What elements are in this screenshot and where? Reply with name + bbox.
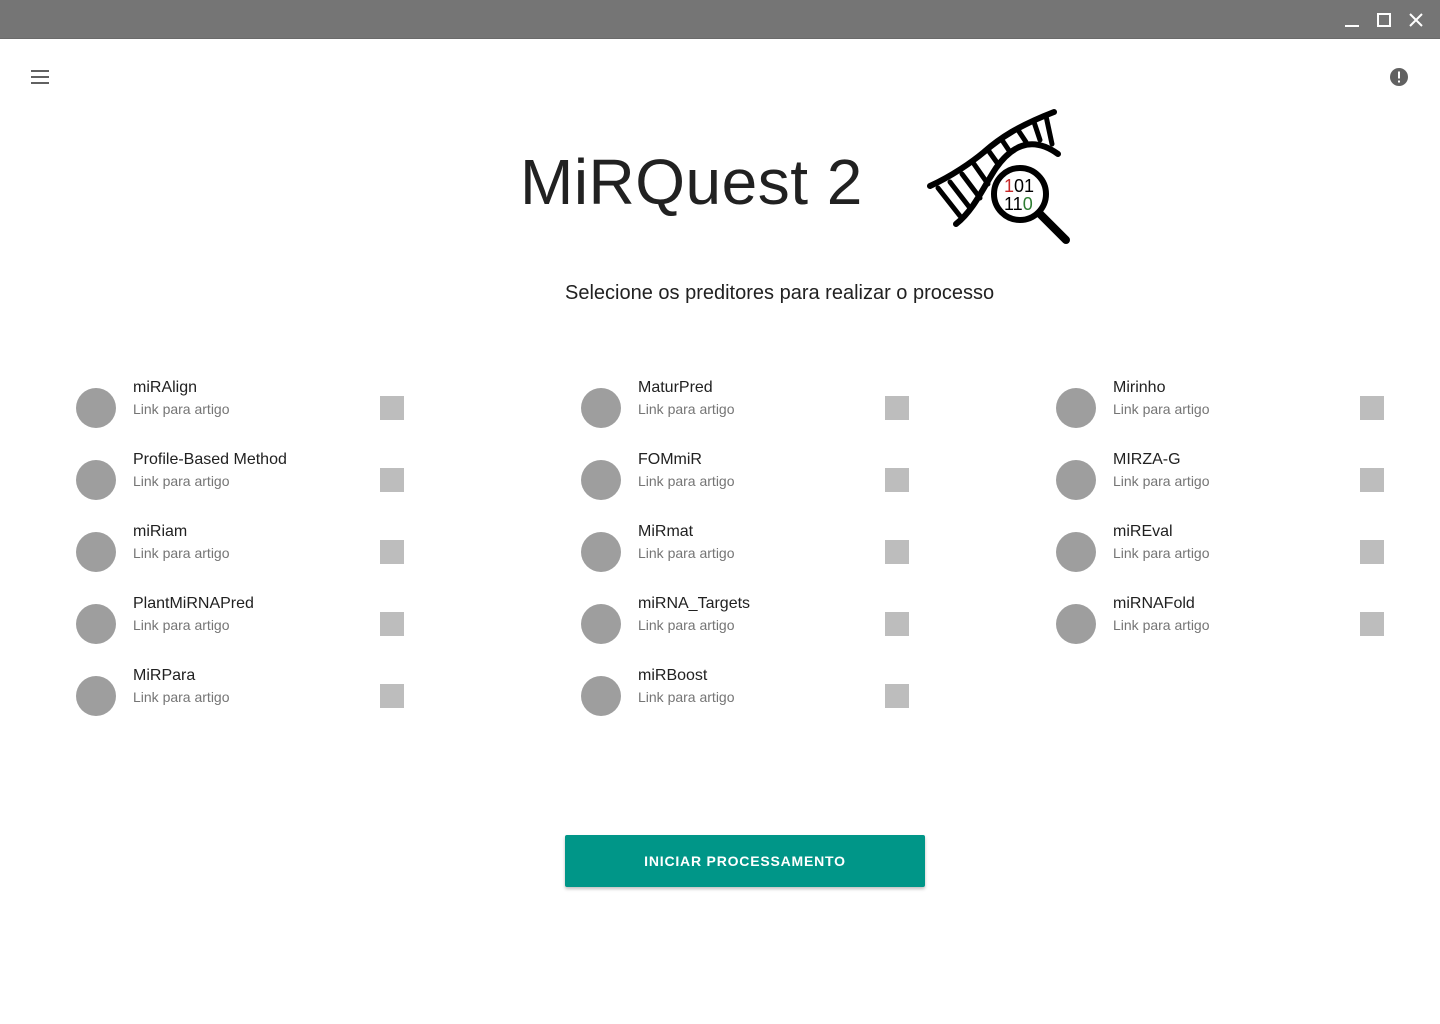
predictor-name: miRiam [133, 523, 188, 540]
logo-digit-green: 0 [1023, 194, 1033, 214]
article-link[interactable]: Link para artigo [638, 544, 735, 562]
predictor-checkbox[interactable] [885, 612, 909, 636]
predictor-item-mirza-g: MIRZA-G Link para artigo [1056, 451, 1384, 520]
article-link[interactable]: Link para artigo [133, 400, 230, 418]
dna-magnifier-logo: 101 110 [922, 104, 1074, 248]
article-link[interactable]: Link para artigo [133, 544, 230, 562]
article-link[interactable]: Link para artigo [133, 472, 230, 490]
close-icon[interactable] [1404, 8, 1428, 32]
article-link[interactable]: Link para artigo [1113, 616, 1210, 634]
predictor-item-mirboost: miRBoost Link para artigo [581, 667, 909, 736]
predictor-checkbox[interactable] [1360, 612, 1384, 636]
avatar [581, 460, 621, 500]
article-link[interactable]: Link para artigo [638, 472, 735, 490]
predictor-item-miriam: miRiam Link para artigo [76, 523, 404, 592]
predictor-name: PlantMiRNAPred [133, 595, 254, 612]
logo-digits-black: 01 [1014, 176, 1034, 196]
predictor-checkbox[interactable] [885, 468, 909, 492]
predictor-name: miRBoost [638, 667, 708, 684]
predictor-checkbox[interactable] [885, 540, 909, 564]
predictor-name: miRNA_Targets [638, 595, 751, 612]
predictor-checkbox[interactable] [380, 396, 404, 420]
article-link[interactable]: Link para artigo [638, 616, 735, 634]
predictor-name: miRAlign [133, 379, 198, 396]
predictor-item-mirna-targets: miRNA_Targets Link para artigo [581, 595, 909, 664]
article-link[interactable]: Link para artigo [133, 616, 230, 634]
predictor-item-mirnafold: miRNAFold Link para artigo [1056, 595, 1384, 664]
article-link[interactable]: Link para artigo [1113, 472, 1210, 490]
start-processing-button[interactable]: INICIAR PROCESSAMENTO [565, 835, 925, 887]
minimize-icon[interactable] [1340, 8, 1364, 32]
article-link[interactable]: Link para artigo [638, 688, 735, 706]
predictor-name: Mirinho [1113, 379, 1166, 396]
window-titlebar [0, 0, 1440, 39]
svg-text:110: 110 [1004, 194, 1033, 214]
predictor-checkbox[interactable] [885, 684, 909, 708]
maximize-icon[interactable] [1372, 8, 1396, 32]
predictor-item-miralign: miRAlign Link para artigo [76, 379, 404, 448]
article-link[interactable]: Link para artigo [1113, 400, 1210, 418]
predictor-checkbox[interactable] [380, 540, 404, 564]
avatar [76, 460, 116, 500]
avatar [581, 388, 621, 428]
predictor-checkbox[interactable] [380, 468, 404, 492]
avatar [581, 676, 621, 716]
predictor-name: MaturPred [638, 379, 713, 396]
logo-digits-black-2: 11 [1004, 194, 1023, 214]
predictor-item-mirmat: MiRmat Link para artigo [581, 523, 909, 592]
predictor-checkbox[interactable] [1360, 540, 1384, 564]
predictor-name: MiRmat [638, 523, 694, 540]
predictor-item-plantmirnapred: PlantMiRNAPred Link para artigo [76, 595, 404, 664]
hamburger-menu-icon[interactable] [28, 65, 52, 89]
avatar [581, 532, 621, 572]
article-link[interactable]: Link para artigo [133, 688, 230, 706]
avatar [581, 604, 621, 644]
alert-circle-icon[interactable] [1387, 65, 1411, 89]
predictor-checkbox[interactable] [380, 612, 404, 636]
predictor-name: miREval [1113, 523, 1173, 540]
predictor-item-mirpara: MiRPara Link para artigo [76, 667, 404, 736]
avatar [76, 676, 116, 716]
svg-text:101: 101 [1004, 176, 1034, 196]
avatar [76, 388, 116, 428]
predictor-item-fommir: FOMmiR Link para artigo [581, 451, 909, 520]
article-link[interactable]: Link para artigo [638, 400, 735, 418]
predictor-checkbox[interactable] [1360, 468, 1384, 492]
predictor-item-profile-based-method: Profile-Based Method Link para artigo [76, 451, 404, 520]
avatar [1056, 532, 1096, 572]
predictor-item-mireval: miREval Link para artigo [1056, 523, 1384, 592]
predictor-name: MIRZA-G [1113, 451, 1181, 468]
predictor-name: FOMmiR [638, 451, 702, 468]
avatar [1056, 604, 1096, 644]
predictor-name: Profile-Based Method [133, 451, 287, 468]
predictor-name: MiRPara [133, 667, 196, 684]
avatar [1056, 460, 1096, 500]
avatar [1056, 388, 1096, 428]
predictor-checkbox[interactable] [885, 396, 909, 420]
predictor-item-mirinho: Mirinho Link para artigo [1056, 379, 1384, 448]
logo-digit-red: 1 [1004, 176, 1014, 196]
predictor-checkbox[interactable] [1360, 396, 1384, 420]
page-subtitle: Selecione os preditores para realizar o … [565, 282, 995, 304]
predictor-name: miRNAFold [1113, 595, 1195, 612]
app-title: MiRQuest 2 [520, 146, 863, 218]
avatar [76, 532, 116, 572]
avatar [76, 604, 116, 644]
predictor-item-maturpred: MaturPred Link para artigo [581, 379, 909, 448]
article-link[interactable]: Link para artigo [1113, 544, 1210, 562]
predictor-checkbox[interactable] [380, 684, 404, 708]
